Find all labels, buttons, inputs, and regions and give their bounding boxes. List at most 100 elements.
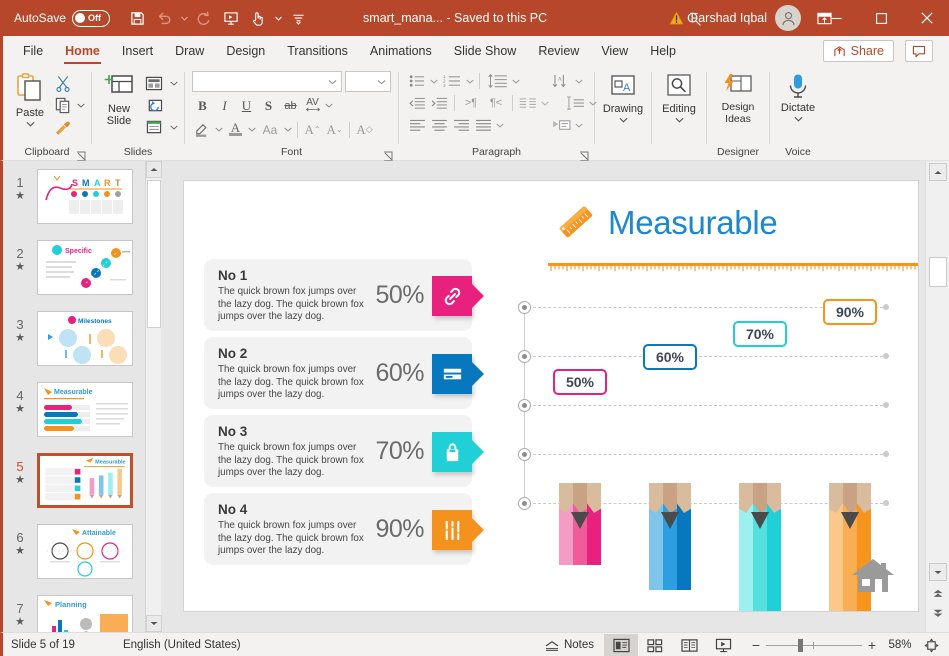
italic-button[interactable]: I [214, 95, 235, 116]
slide-thumbnail-6[interactable]: 6 ★ Attainable [3, 524, 145, 579]
close-button[interactable] [904, 0, 949, 36]
fit-to-window-icon[interactable] [918, 634, 944, 656]
scrollbar-thumb[interactable] [929, 257, 947, 287]
paste-dropdown-icon[interactable] [26, 118, 35, 130]
justify-button[interactable] [473, 115, 494, 135]
text-shadow-button[interactable]: S [258, 95, 279, 116]
redo-icon[interactable] [191, 5, 217, 31]
undo-dropdown-icon[interactable] [178, 5, 190, 31]
reset-button[interactable] [141, 95, 167, 115]
tab-slide-show[interactable]: Slide Show [443, 36, 528, 66]
align-left-button[interactable] [407, 115, 428, 135]
text-direction-dropdown-icon[interactable] [574, 71, 584, 91]
normal-view-button[interactable] [604, 634, 638, 656]
account-name[interactable]: Farshad Iqbal [691, 11, 767, 25]
scroll-up-icon[interactable] [146, 161, 162, 178]
next-slide-icon[interactable] [929, 605, 947, 621]
columns-button[interactable] [517, 93, 539, 113]
align-text-button[interactable] [563, 93, 587, 113]
info-card-1[interactable]: No 1 The quick brown fox jumps over the … [204, 259, 472, 331]
numbering-button[interactable]: 123 [440, 71, 464, 91]
share-button[interactable]: Share [823, 40, 894, 62]
copy-button[interactable] [52, 95, 74, 115]
font-color-button[interactable]: A [225, 119, 246, 140]
decrease-indent-button[interactable] [407, 93, 428, 113]
avatar[interactable] [775, 5, 801, 31]
tab-review[interactable]: Review [527, 36, 590, 66]
decrease-font-size-button[interactable]: A⌄ [324, 119, 345, 140]
tab-insert[interactable]: Insert [111, 36, 164, 66]
rtl-text-direction-button[interactable]: ¶< [484, 93, 508, 113]
font-dialog-launcher[interactable] [383, 149, 394, 160]
slide-editing-surface[interactable]: Measurable No 1 The quick brown fox jump… [183, 180, 919, 612]
slide-position[interactable]: Slide 5 of 19 [11, 639, 75, 651]
cut-button[interactable] [52, 73, 74, 93]
ltr-text-direction-button[interactable]: >¶ [459, 93, 483, 113]
slide-thumbnail-7[interactable]: 7 ★ Planning [3, 595, 145, 632]
pencil-bar-1[interactable]: 50% [559, 401, 601, 513]
touch-mode-icon[interactable] [245, 5, 271, 31]
zoom-level[interactable]: 58% [882, 639, 918, 651]
zoom-in-button[interactable]: + [862, 634, 882, 656]
canvas-scrollbar[interactable] [925, 161, 949, 632]
home-icon[interactable] [850, 555, 896, 595]
card-icon-chip[interactable] [432, 510, 472, 550]
clear-formatting-button[interactable]: A◇ [354, 119, 375, 140]
bullets-dropdown-icon[interactable] [429, 71, 439, 91]
character-spacing-button[interactable]: AV [302, 95, 323, 116]
thumbnail-panel-scrollbar[interactable] [145, 161, 161, 632]
bullets-button[interactable] [407, 71, 428, 91]
pencil-bar-4[interactable]: 90% [829, 331, 871, 513]
scroll-down-icon[interactable] [146, 615, 162, 632]
autosave-toggle[interactable]: AutoSave Off [14, 10, 110, 27]
clipboard-dialog-launcher[interactable] [76, 149, 87, 160]
format-painter-button[interactable] [52, 117, 74, 137]
info-card-3[interactable]: No 3 The quick brown fox jumps over the … [204, 415, 472, 487]
section-button[interactable] [141, 117, 167, 137]
section-dropdown-icon[interactable] [169, 117, 179, 137]
layout-button[interactable] [141, 73, 167, 93]
pencil-bar-2[interactable]: 60% [649, 376, 691, 513]
dictate-button[interactable]: Dictate [775, 70, 821, 125]
align-right-button[interactable] [451, 115, 472, 135]
tab-file[interactable]: File [12, 36, 54, 66]
zoom-slider[interactable] [766, 634, 862, 656]
undo-icon[interactable] [151, 5, 177, 31]
save-icon[interactable] [124, 5, 150, 31]
layout-dropdown-icon[interactable] [169, 73, 179, 93]
text-highlight-button[interactable] [192, 119, 213, 140]
slide-thumbnail-3[interactable]: 3 ★ Milestones [3, 311, 145, 366]
scrollbar-thumb[interactable] [147, 180, 161, 328]
card-icon-chip[interactable] [432, 432, 472, 472]
tab-transitions[interactable]: Transitions [276, 36, 359, 66]
card-icon-chip[interactable] [432, 354, 472, 394]
previous-slide-icon[interactable] [929, 585, 947, 601]
minimize-button[interactable] [814, 0, 859, 36]
autosave-switch[interactable]: Off [72, 10, 110, 27]
customize-qat-icon[interactable] [285, 5, 311, 31]
editing-dropdown-icon[interactable] [675, 114, 684, 126]
drawing-dropdown-icon[interactable] [619, 114, 628, 126]
dictate-dropdown-icon[interactable] [794, 113, 803, 125]
increase-indent-button[interactable] [429, 93, 450, 113]
zoom-out-button[interactable]: − [746, 634, 766, 656]
comments-button[interactable] [905, 40, 933, 62]
pencil-bar-3[interactable]: 70% [739, 353, 781, 513]
tab-help[interactable]: Help [639, 36, 687, 66]
slide-thumbnail-panel[interactable]: 1 ★ S M A R T [3, 161, 145, 632]
copy-dropdown-icon[interactable] [76, 95, 86, 115]
editing-button[interactable]: Editing [657, 70, 701, 126]
drawing-button[interactable]: A Drawing [600, 70, 646, 126]
font-name-input[interactable] [192, 71, 342, 92]
numbering-dropdown-icon[interactable] [465, 71, 475, 91]
scroll-up-icon[interactable] [929, 163, 947, 181]
convert-to-smartart-button[interactable] [549, 115, 573, 135]
slide-heading[interactable]: Measurable [552, 199, 777, 247]
text-direction-button[interactable]: A [549, 71, 573, 91]
card-icon-chip[interactable] [432, 276, 472, 316]
columns-dropdown-icon[interactable] [540, 93, 550, 113]
tab-view[interactable]: View [590, 36, 639, 66]
zoom-slider-handle[interactable] [798, 639, 803, 652]
slideshow-view-button[interactable] [706, 634, 740, 656]
paste-button[interactable]: Paste [8, 70, 52, 130]
